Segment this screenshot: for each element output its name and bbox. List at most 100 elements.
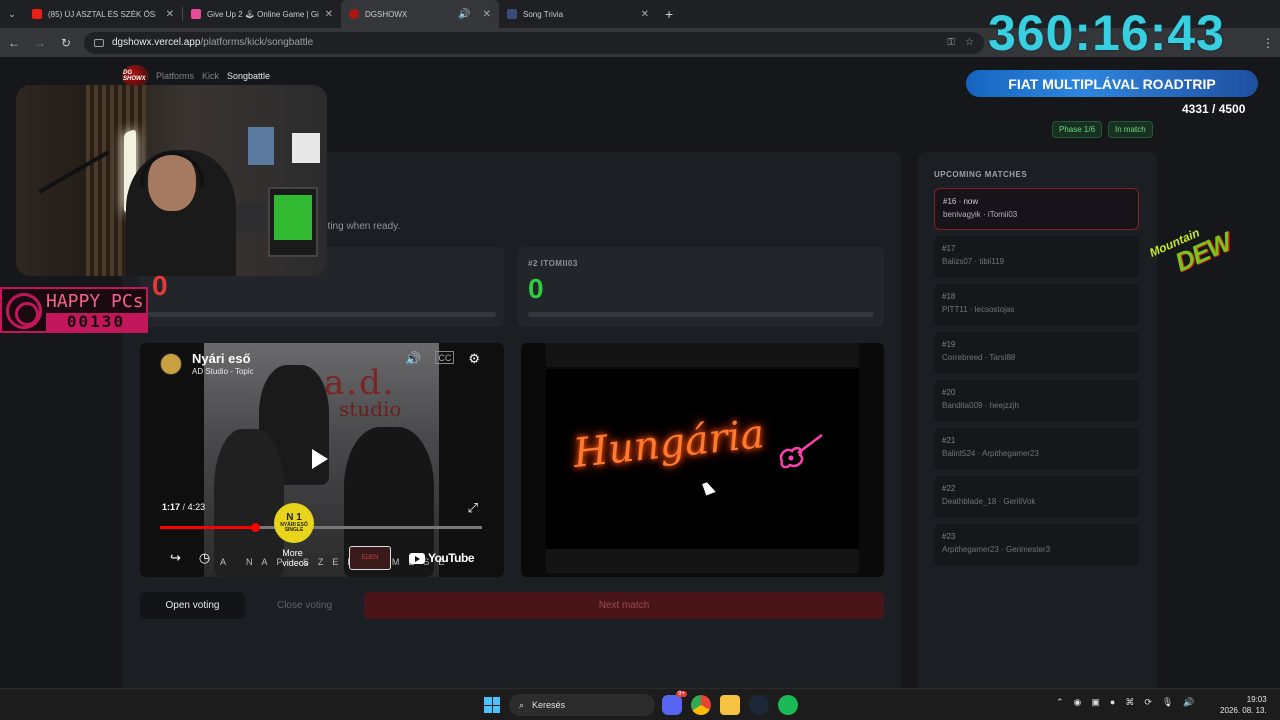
upcoming-title: UPCOMING MATCHES xyxy=(934,170,1028,179)
watch-later-clock-icon[interactable]: ◷ xyxy=(199,550,210,566)
album-art-studio: studio xyxy=(339,397,402,421)
happy-pcs-count: 00130 xyxy=(46,313,146,331)
key-icon[interactable]: ⚿ xyxy=(947,37,955,48)
next-match-button[interactable]: Next match xyxy=(364,592,884,619)
browser-menu-icon[interactable]: ⋮ xyxy=(1262,36,1274,50)
file-explorer-icon[interactable] xyxy=(720,695,740,715)
seek-bar[interactable] xyxy=(160,523,482,532)
roadtrip-goal-count: 4331 / 4500 xyxy=(1182,102,1246,116)
video-letterbox-bottom xyxy=(546,549,859,573)
chrome-app-icon[interactable] xyxy=(691,695,711,715)
open-voting-button[interactable]: Open voting xyxy=(140,592,245,619)
badge-single: SINGLE xyxy=(284,527,304,533)
site-info-icon[interactable] xyxy=(94,38,104,47)
video-title[interactable]: Nyári eső xyxy=(192,351,251,366)
url-path: /platforms/kick/songbattle xyxy=(200,37,314,48)
search-icon: ⌕ xyxy=(519,699,525,710)
match-item-22[interactable]: #22 Deathblade_18 · GeriliVok xyxy=(934,476,1139,518)
spotify-app-icon[interactable] xyxy=(778,695,798,715)
taskbar-search[interactable]: ⌕ Keresés xyxy=(509,694,655,716)
match-number: #20 xyxy=(942,388,956,397)
opponent-video[interactable]: Hungária xyxy=(521,343,884,577)
bluetooth-tray-icon[interactable]: ⌘ xyxy=(1125,697,1134,708)
seek-knob[interactable] xyxy=(250,523,260,532)
seek-bar-played xyxy=(160,526,255,529)
youtube-favicon-icon xyxy=(32,9,42,19)
youtube-logo[interactable]: YouTube xyxy=(408,551,475,565)
tab-song-trivia[interactable]: Song Trivia ✕ xyxy=(499,0,657,28)
close-tab-icon[interactable]: ✕ xyxy=(483,9,491,20)
match-number: #17 xyxy=(942,244,956,253)
match-number: #23 xyxy=(942,532,956,541)
nav-songbattle[interactable]: Songbattle xyxy=(227,71,270,81)
match-item-18[interactable]: #18 PITT11 · lecsostojas xyxy=(934,284,1139,326)
discord-app-icon[interactable]: 9+ xyxy=(662,691,687,715)
app-tray-icon[interactable]: ● xyxy=(1110,697,1115,708)
close-voting-button[interactable]: Close voting xyxy=(252,592,357,619)
tab-youtube[interactable]: (85) ÚJ ASZTAL ÉS SZÉK ÖSSZER ✕ xyxy=(24,0,182,28)
volume-icon[interactable]: 🔊 xyxy=(405,351,421,367)
dgshowx-logo[interactable]: DG SHOWX xyxy=(122,65,148,87)
play-icon[interactable] xyxy=(312,449,328,469)
settings-gear-icon[interactable]: ⚙ xyxy=(468,351,480,367)
match-item-23[interactable]: #23 Arpithegamer23 · Gerimester3 xyxy=(934,524,1139,566)
windows-taskbar: ⌕ Keresés 9+ ⌃ ◉ ▣ ● ⌘ ⟳ 🎙 🔊 19:03 2026.… xyxy=(0,688,1280,720)
roadtrip-goal-banner: FIAT MULTIPLÁVAL ROADTRIP xyxy=(966,70,1258,97)
match-players: benivagyik · iTomii03 xyxy=(943,210,1018,219)
taskbar-clock[interactable]: 19:03 2026. 08. 13. xyxy=(1220,694,1267,716)
match-number: #16 · now xyxy=(943,197,979,206)
clock-time: 19:03 xyxy=(1246,695,1267,704)
steam-app-icon[interactable] xyxy=(749,695,769,715)
match-item-21[interactable]: #21 Balint524 · Arpithegamer23 xyxy=(934,428,1139,470)
match-item-16[interactable]: #16 · now benivagyik · iTomii03 xyxy=(934,188,1139,230)
microphone-icon[interactable]: 🎙 xyxy=(1162,697,1173,708)
upcoming-matches-panel: UPCOMING MATCHES #16 · now benivagyik · … xyxy=(918,152,1157,694)
match-item-19[interactable]: #19 Correbreed · Tarsi88 xyxy=(934,332,1139,374)
youtube-wordmark: YouTube xyxy=(427,551,475,565)
close-tab-icon[interactable]: ✕ xyxy=(166,9,174,20)
captions-icon[interactable]: CC xyxy=(435,351,455,364)
fullscreen-icon[interactable]: ⤢ xyxy=(468,500,478,516)
match-number: #19 xyxy=(942,340,956,349)
video-channel[interactable]: AD Studio - Topic xyxy=(192,367,254,376)
sync-tray-icon[interactable]: ⟳ xyxy=(1144,697,1152,708)
reload-icon[interactable]: ↻ xyxy=(58,36,74,50)
close-tab-icon[interactable]: ✕ xyxy=(325,9,333,20)
match-item-17[interactable]: #17 Balizs07 · tibii119 xyxy=(934,236,1139,278)
wall-poster xyxy=(248,127,274,165)
nav-platforms[interactable]: Platforms xyxy=(156,71,194,81)
top-nav: DG SHOWX Platforms Kick Songbattle xyxy=(122,65,270,87)
tab-search-chevron-icon[interactable]: ⌄ xyxy=(0,9,24,20)
back-icon[interactable]: ← xyxy=(6,36,22,50)
share-icon[interactable]: ↪ xyxy=(170,550,181,566)
tab-give-up[interactable]: Give Up 2 🕹 Online Game | Gi ✕ xyxy=(183,0,341,28)
bookmark-star-icon[interactable]: ☆ xyxy=(965,37,974,48)
match-players: Balizs07 · tibii119 xyxy=(942,257,1005,266)
phase-badge: Phase 1/6 xyxy=(1052,121,1103,138)
folder-tray-icon[interactable]: ▣ xyxy=(1091,697,1100,708)
tray-overflow-icon[interactable]: ⌃ xyxy=(1056,697,1064,708)
youtube-player[interactable]: a.d. studio Nyári eső AD Studio - Topic … xyxy=(140,343,504,577)
address-bar[interactable]: dgshowx.vercel.app/platforms/kick/songba… xyxy=(84,31,984,54)
right-score-value: 0 xyxy=(528,273,544,304)
new-tab-button[interactable]: + xyxy=(657,6,681,22)
forward-icon[interactable]: → xyxy=(32,36,48,50)
tab-audio-icon[interactable]: 🔊 xyxy=(458,9,470,20)
tab-dgshowx[interactable]: DGSHOWX 🔊 ✕ xyxy=(341,0,499,28)
channel-avatar[interactable] xyxy=(160,353,182,375)
match-number: #18 xyxy=(942,292,956,301)
right-score-card: #2 ITOMII03 0 xyxy=(518,247,884,327)
close-tab-icon[interactable]: ✕ xyxy=(641,9,649,20)
steam-tray-icon[interactable]: ◉ xyxy=(1074,697,1082,708)
match-number: #22 xyxy=(942,484,956,493)
single-badge: N 1 NYÁRI ESŐ SINGLE xyxy=(274,503,314,543)
more-videos-label[interactable]: More videos xyxy=(282,548,331,568)
match-item-20[interactable]: #20 Bandita009 · heejzzjh xyxy=(934,380,1139,422)
right-vote-bar xyxy=(528,312,874,317)
nav-kick[interactable]: Kick xyxy=(202,71,219,81)
speaker-icon[interactable]: 🔊 xyxy=(1183,697,1194,708)
tab-title: DGSHOWX xyxy=(365,9,408,19)
happy-pcs-logo-icon xyxy=(6,293,42,329)
windows-start-icon[interactable] xyxy=(484,697,500,713)
more-videos-thumbnail[interactable]: EDEN xyxy=(349,546,391,570)
